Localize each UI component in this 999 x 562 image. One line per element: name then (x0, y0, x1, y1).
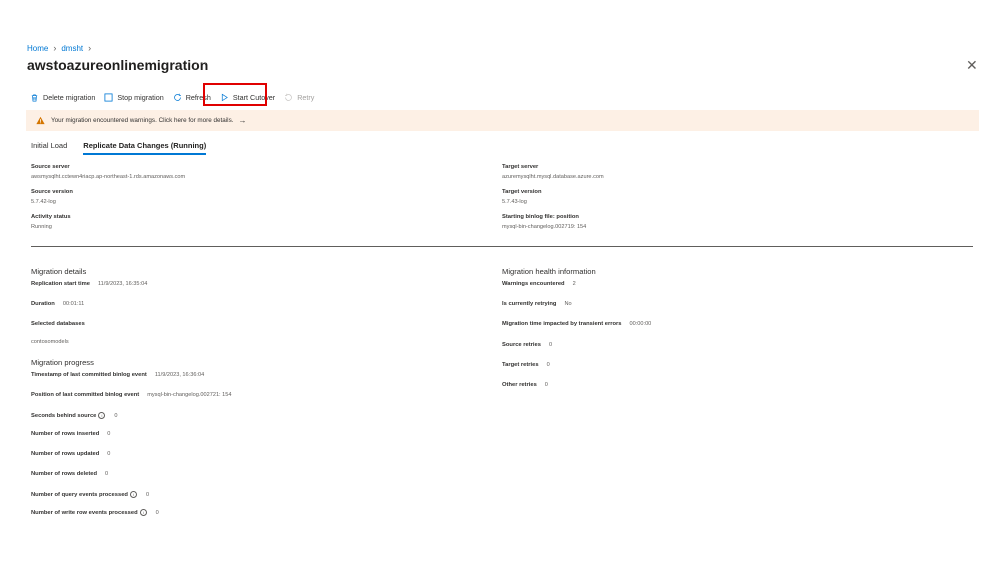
section-divider (31, 246, 973, 247)
selected-databases-label: Selected databases (31, 321, 85, 327)
target-version-value: 5.7.43-log (502, 199, 527, 205)
rows-inserted-row: Number of rows inserted 0 (31, 431, 110, 437)
query-events-value: 0 (145, 491, 150, 498)
activity-status-value: Running (31, 224, 52, 230)
refresh-icon (173, 93, 181, 101)
last-binlog-timestamp-value: 11/9/2023, 16:36:04 (154, 372, 205, 378)
starting-binlog-label: Starting binlog file: position (502, 214, 579, 220)
write-row-events-row: Number of write row events processed i 0 (31, 509, 159, 516)
target-retries-row: Target retries 0 (502, 362, 550, 368)
chevron-right-icon: › (88, 43, 92, 53)
arrow-right-icon: → (238, 116, 247, 125)
source-version-value: 5.7.42-log (31, 199, 56, 205)
source-retries-label: Source retries (502, 342, 541, 348)
warnings-row: Warnings encountered 2 (502, 281, 576, 287)
close-button[interactable]: ✕ (966, 57, 978, 74)
warning-text: Your migration encountered warnings. Cli… (51, 117, 234, 124)
other-retries-label: Other retries (502, 382, 537, 388)
breadcrumb-dmsht-link[interactable]: dmsht (61, 44, 83, 53)
write-row-events-value: 0 (155, 509, 159, 516)
retry-icon (285, 93, 293, 101)
tab-replicate-data-changes[interactable]: Replicate Data Changes (Running) (83, 141, 207, 155)
source-server-value: awsmysqlht.cctewn4riacp.ap-northeast-1.r… (31, 174, 186, 180)
source-server-label: Source server (31, 164, 70, 170)
transient-errors-label: Migration time impacted by transient err… (502, 321, 622, 327)
delete-migration-label: Delete migration (43, 92, 96, 102)
tab-list: Initial Load Replicate Data Changes (Run… (31, 141, 222, 155)
last-binlog-timestamp-row: Timestamp of last committed binlog event… (31, 372, 204, 378)
warnings-value: 2 (572, 281, 576, 287)
warning-banner[interactable]: Your migration encountered warnings. Cli… (26, 110, 979, 131)
breadcrumb-home-link[interactable]: Home (27, 44, 48, 53)
info-icon[interactable]: i (139, 509, 147, 516)
rows-deleted-value: 0 (105, 471, 109, 477)
migration-progress-heading: Migration progress (31, 358, 94, 367)
more-options-button[interactable]: ··· (195, 58, 208, 69)
stop-migration-label: Stop migration (117, 92, 164, 102)
last-binlog-position-label: Position of last committed binlog event (31, 392, 140, 398)
retrying-label: Is currently retrying (502, 301, 557, 307)
query-events-row: Number of query events processed i 0 (31, 491, 149, 498)
target-server-value: azuremysqlht.mysql.database.azure.com (502, 174, 604, 180)
query-events-label: Number of query events processed (31, 491, 128, 498)
other-retries-row: Other retries 0 (502, 382, 548, 388)
seconds-behind-value: 0 (114, 412, 118, 419)
source-version-label: Source version (31, 189, 73, 195)
selected-databases-value: contosomodels (31, 339, 69, 345)
transient-errors-row: Migration time impacted by transient err… (502, 321, 651, 327)
last-binlog-timestamp-label: Timestamp of last committed binlog event (31, 372, 147, 378)
write-row-events-label: Number of write row events processed (31, 509, 138, 516)
source-retries-value: 0 (549, 342, 553, 348)
warnings-label: Warnings encountered (502, 281, 565, 287)
last-binlog-position-row: Position of last committed binlog event … (31, 392, 232, 398)
retry-button[interactable]: Retry (284, 90, 314, 104)
trash-icon (31, 93, 38, 101)
seconds-behind-label: Seconds behind source (31, 412, 97, 419)
source-retries-row: Source retries 0 (502, 342, 552, 348)
migration-health-heading: Migration health information (502, 267, 596, 276)
info-icon[interactable]: i (98, 412, 106, 419)
breadcrumb: Home › dmsht › (27, 43, 91, 53)
stop-migration-button[interactable]: Stop migration (104, 90, 164, 104)
replication-start-row: Replication start time 11/9/2023, 16:35:… (31, 281, 147, 287)
stop-icon (104, 92, 113, 102)
rows-updated-value: 0 (107, 451, 111, 457)
activity-status-label: Activity status (31, 214, 71, 220)
target-server-label: Target server (502, 164, 539, 170)
duration-value: 00:01:11 (62, 301, 85, 307)
other-retries-value: 0 (544, 382, 548, 388)
duration-label: Duration (31, 301, 55, 307)
info-icon[interactable]: i (129, 491, 137, 498)
retrying-value: No (564, 301, 572, 307)
seconds-behind-row: Seconds behind source i 0 (31, 412, 118, 419)
retry-label: Retry (297, 92, 315, 102)
last-binlog-position-value: mysql-bin-changelog.002721: 154 (147, 392, 232, 398)
replication-start-value: 11/9/2023, 16:35:04 (97, 281, 148, 287)
starting-binlog-value: mysql-bin-changelog.002719: 154 (502, 224, 587, 230)
command-bar: Delete migration Stop migration Refresh … (30, 90, 323, 104)
duration-row: Duration 00:01:11 (31, 301, 84, 307)
retrying-row: Is currently retrying No (502, 301, 572, 307)
target-retries-value: 0 (546, 362, 550, 368)
delete-migration-button[interactable]: Delete migration (30, 90, 95, 104)
target-version-label: Target version (502, 189, 542, 195)
chevron-right-icon: › (53, 43, 57, 53)
rows-deleted-row: Number of rows deleted 0 (31, 471, 108, 477)
rows-updated-row: Number of rows updated 0 (31, 451, 110, 457)
transient-errors-value: 00:00:00 (629, 321, 652, 327)
rows-inserted-value: 0 (107, 431, 111, 437)
warning-icon (36, 116, 45, 125)
highlight-box (203, 83, 267, 106)
page-title: awstoazureonlinemigration (27, 57, 209, 73)
migration-details-heading: Migration details (31, 267, 87, 276)
rows-updated-label: Number of rows updated (31, 451, 100, 457)
rows-inserted-label: Number of rows inserted (31, 431, 100, 437)
replication-start-label: Replication start time (31, 281, 90, 287)
target-retries-label: Target retries (502, 362, 539, 368)
tab-initial-load[interactable]: Initial Load (31, 141, 67, 155)
rows-deleted-label: Number of rows deleted (31, 471, 98, 477)
